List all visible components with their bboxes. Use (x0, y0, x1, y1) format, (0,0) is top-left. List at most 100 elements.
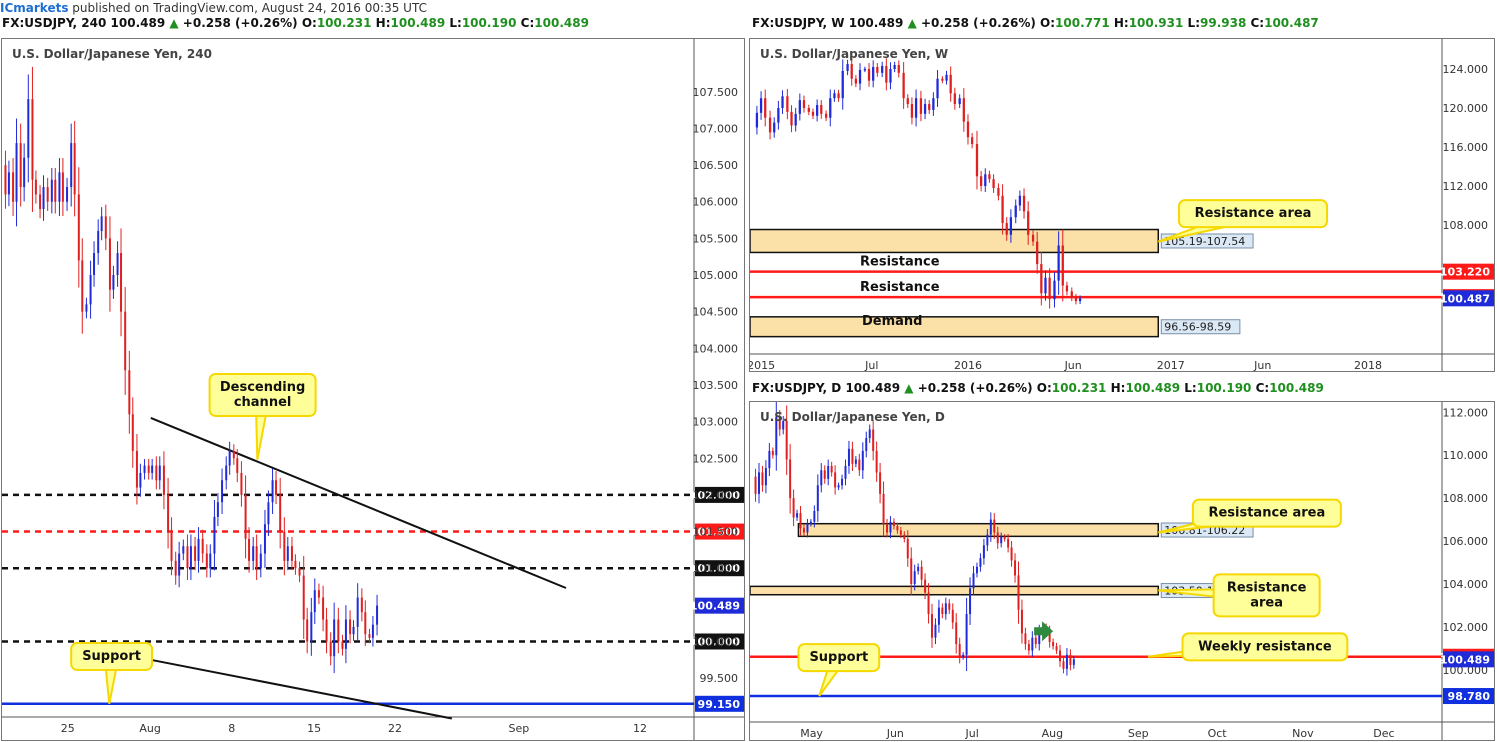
candle (906, 538, 909, 559)
candle (920, 566, 923, 580)
candle (846, 64, 849, 71)
candle (997, 187, 1000, 196)
w-chart-panel[interactable]: 105.19-107.5496.56-98.59103.220100.61012… (749, 38, 1495, 372)
candle (143, 465, 146, 473)
candle (806, 523, 809, 533)
d-chart[interactable]: 106.81-106.22103.50-103.89100.61098.7801… (750, 402, 1495, 741)
candle (932, 98, 935, 110)
x-tick-label: Sep (509, 722, 530, 735)
candle (259, 553, 262, 569)
d-chart-panel[interactable]: 106.81-106.22103.50-103.89100.61098.7801… (749, 401, 1495, 741)
h4-header: FX:USDJPY, 240 100.489 ▲ +0.258 (+0.26%)… (2, 16, 589, 30)
candle (1070, 291, 1073, 298)
h4-high: 100.489 (390, 16, 446, 30)
candle (861, 450, 864, 471)
candle (124, 311, 127, 371)
candle (889, 68, 892, 83)
candle (31, 99, 34, 180)
candle (892, 521, 895, 527)
x-tick-label: 12 (633, 722, 647, 735)
candle (66, 187, 69, 202)
y-tick-label: 103.000 (693, 416, 739, 429)
candle (325, 619, 328, 642)
w-low: 99.938 (1200, 16, 1247, 30)
candle (23, 157, 26, 188)
candle (77, 194, 80, 261)
callout-text: area (1250, 595, 1283, 610)
candle (341, 641, 344, 649)
brand-name[interactable]: ICmarkets (0, 1, 68, 15)
candle (979, 558, 982, 567)
y-tick-label: 107.500 (693, 86, 739, 99)
x-tick-label: May (800, 727, 823, 740)
candle (837, 485, 840, 488)
candle (958, 98, 961, 105)
candle (306, 619, 309, 642)
x-tick-label: Jun (1253, 359, 1271, 372)
candle (919, 98, 923, 114)
candle (1059, 650, 1062, 662)
candle (267, 502, 270, 525)
x-tick-label: 8 (228, 722, 235, 735)
candle (928, 104, 931, 110)
channel-line (150, 658, 452, 720)
w-open: 100.771 (1055, 16, 1110, 30)
x-tick-label: 2016 (954, 359, 982, 372)
callout-text: Resistance area (1195, 206, 1312, 221)
callout-text: channel (234, 395, 292, 410)
y-tick-label: 104.500 (693, 306, 739, 319)
candle (1031, 637, 1034, 651)
candle (872, 66, 875, 81)
candle (1000, 536, 1003, 544)
candle (1062, 661, 1065, 669)
brand-published-text: published on TradingView.com, August 24,… (68, 1, 427, 15)
candle (197, 538, 200, 561)
candle (863, 68, 867, 71)
candle (139, 472, 142, 488)
y-tick-label: 116.000 (1443, 141, 1489, 154)
candle (232, 450, 235, 459)
h4-chart[interactable]: 102.000 101.500 101.000 100.000 99.150 107.50… (2, 39, 745, 741)
candle (89, 275, 92, 305)
x-tick-label: Jul (964, 727, 978, 740)
y-tick-label: 104.000 (693, 342, 739, 355)
candle (81, 260, 84, 312)
w-close: 100.487 (1264, 16, 1319, 30)
candle (781, 96, 784, 108)
candle (1053, 280, 1056, 300)
candle (1040, 264, 1043, 294)
h4-chart-panel[interactable]: 102.000 101.500 101.000 100.000 99.150 107.50… (1, 38, 745, 741)
candle (815, 105, 819, 116)
candle (97, 231, 100, 254)
candle (58, 172, 61, 202)
candle (1024, 633, 1027, 645)
d-chart-title: U.S. Dollar/Japanese Yen, D (760, 410, 945, 424)
x-tick-label: 25 (61, 722, 75, 735)
y-tick-label: 101.000 (693, 562, 739, 575)
y-tick-label: 102.000 (693, 489, 739, 502)
candle (216, 502, 219, 517)
h4-change: +0.258 (+0.26%) (182, 16, 298, 30)
candle (1014, 205, 1017, 218)
candle (213, 516, 216, 554)
candle (879, 472, 882, 494)
candle (7, 172, 10, 195)
candle (914, 98, 918, 118)
candle (992, 179, 995, 188)
candle (1007, 538, 1010, 548)
candle (865, 438, 868, 451)
candle (131, 414, 134, 451)
candle (771, 450, 774, 456)
candle (979, 176, 983, 187)
candle (1009, 217, 1013, 235)
candle (162, 465, 165, 495)
candle (1003, 536, 1006, 539)
candle (881, 66, 884, 73)
candle (893, 65, 896, 69)
h4-low: 100.190 (461, 16, 517, 30)
d-header: FX:USDJPY, D 100.489 ▲ +0.258 (+0.26%) O… (752, 381, 1324, 395)
y-tick-label: 120.000 (1443, 102, 1489, 115)
w-chart[interactable]: 105.19-107.5496.56-98.59103.220100.61012… (750, 39, 1495, 372)
candle (824, 113, 828, 118)
candle (941, 607, 944, 615)
